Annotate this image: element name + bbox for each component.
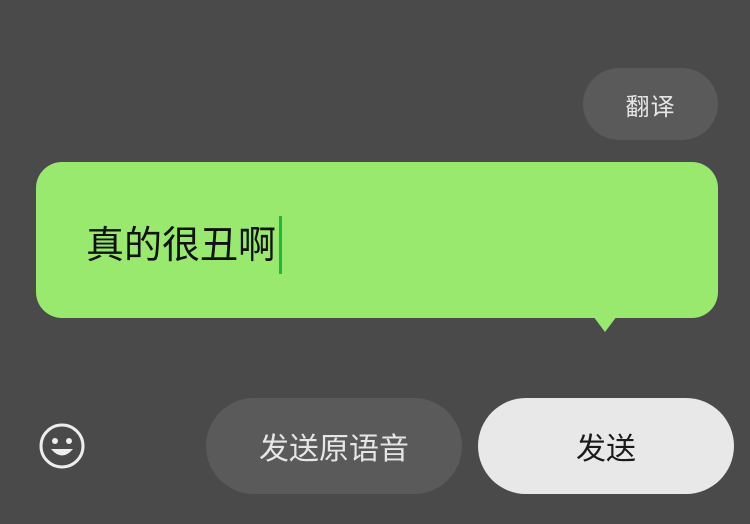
send-button[interactable]: 发送 (478, 398, 734, 494)
text-caret (279, 216, 283, 274)
bubble-tail (590, 312, 620, 332)
transcribed-text: 真的很丑啊 (86, 223, 277, 267)
voice-to-text-screen: 翻译 真的很丑啊 发送原语音 发送 (0, 0, 750, 524)
transcribed-text-line[interactable]: 真的很丑啊 (86, 216, 283, 274)
send-original-voice-button[interactable]: 发送原语音 (206, 398, 462, 494)
transcribed-text-bubble[interactable]: 真的很丑啊 (36, 162, 718, 318)
emoji-icon[interactable] (38, 422, 86, 470)
translate-button[interactable]: 翻译 (583, 68, 718, 140)
